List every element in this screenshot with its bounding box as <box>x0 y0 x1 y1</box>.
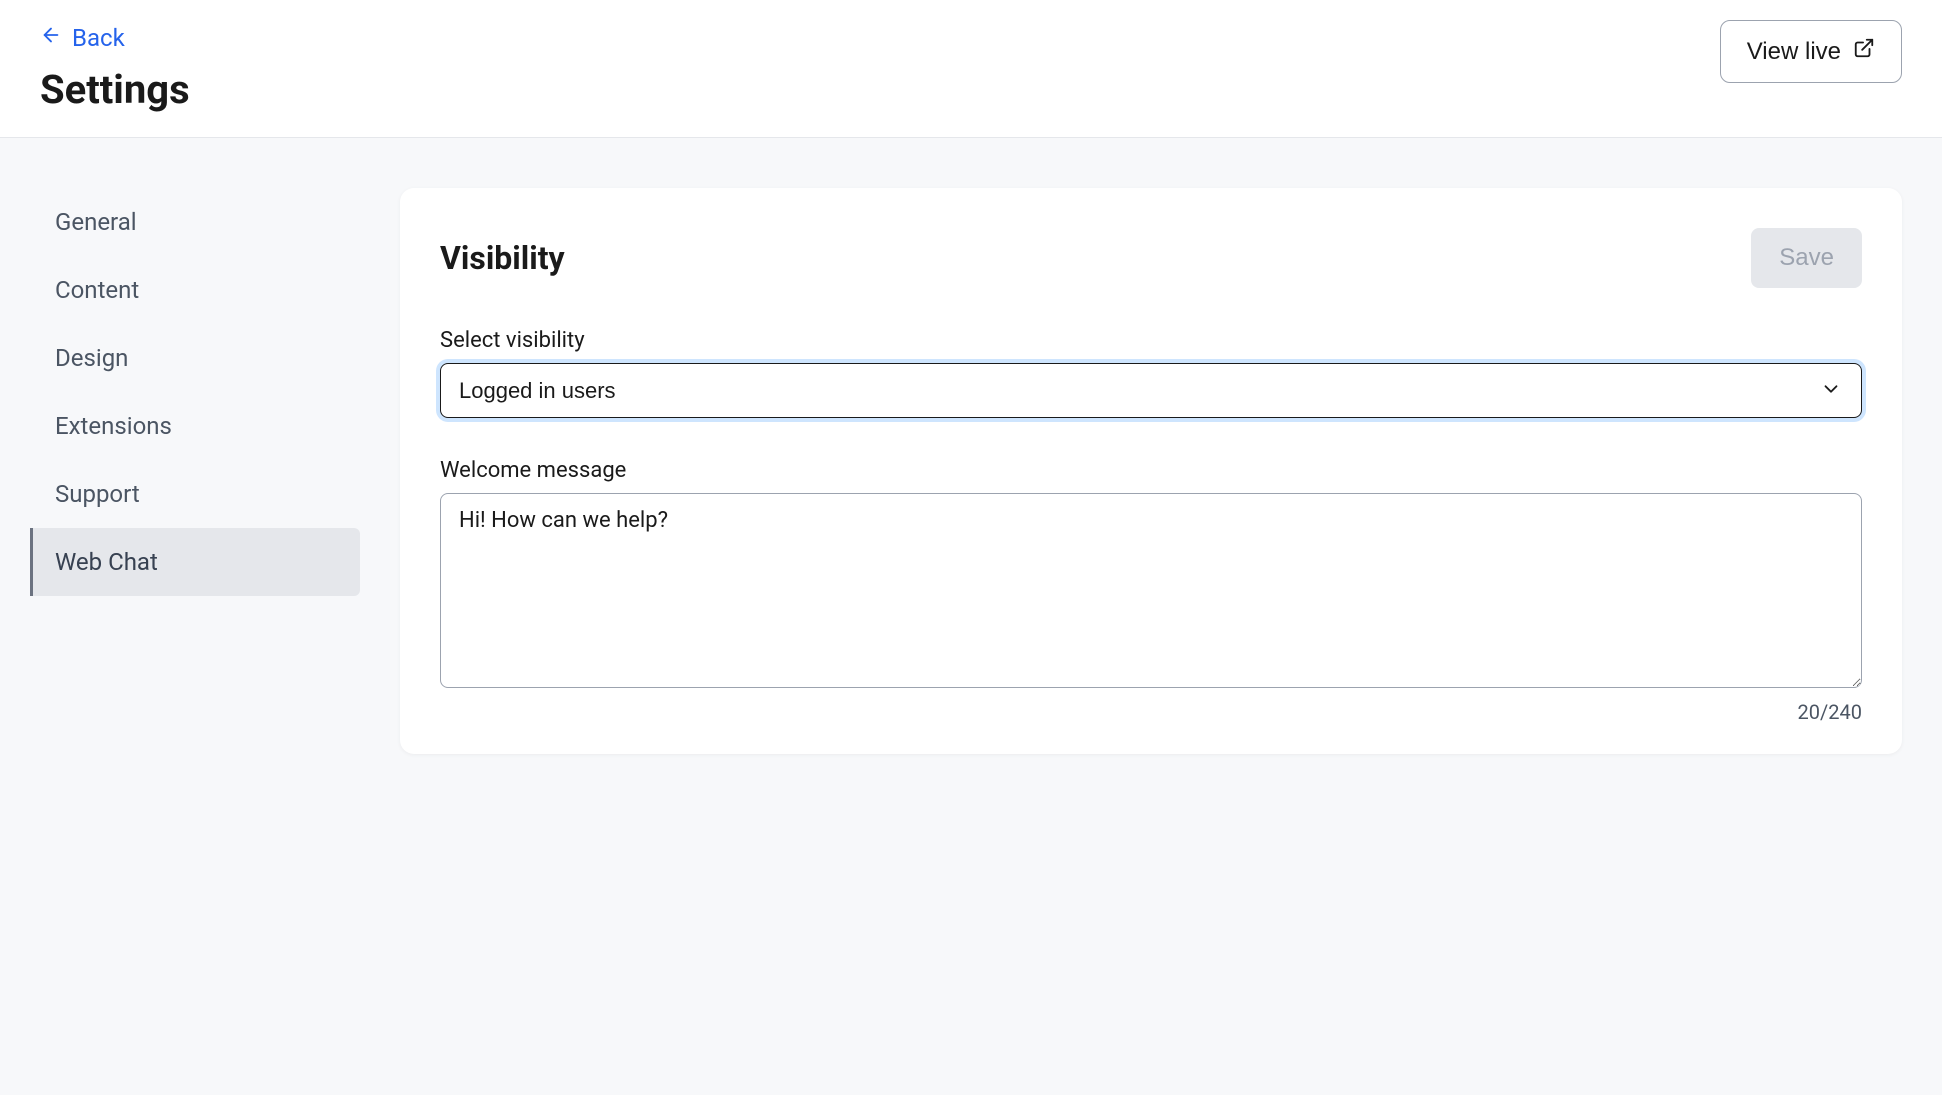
page-body: General Content Design Extensions Suppor… <box>0 138 1942 1095</box>
save-button[interactable]: Save <box>1751 228 1862 288</box>
sidebar-item-general[interactable]: General <box>30 188 360 256</box>
external-link-icon <box>1853 37 1875 66</box>
sidebar-item-label: Design <box>55 344 128 372</box>
back-label: Back <box>72 24 125 52</box>
back-link[interactable]: Back <box>40 24 125 52</box>
welcome-message-textarea[interactable] <box>440 493 1862 688</box>
card-title: Visibility <box>440 239 565 277</box>
welcome-message-label: Welcome message <box>440 458 1862 483</box>
visibility-select-wrapper: Logged in users <box>440 363 1862 418</box>
sidebar-item-label: Web Chat <box>55 548 158 576</box>
welcome-message-field: Welcome message 20/240 <box>440 458 1862 724</box>
page-header: Back Settings View live <box>0 0 1942 138</box>
sidebar-item-label: Support <box>55 480 140 508</box>
visibility-select[interactable]: Logged in users <box>440 363 1862 418</box>
char-count: 20/240 <box>440 700 1862 724</box>
page-title: Settings <box>40 66 190 113</box>
visibility-field: Select visibility Logged in users <box>440 328 1862 418</box>
sidebar-item-label: Extensions <box>55 412 172 440</box>
sidebar-item-label: General <box>55 208 137 236</box>
sidebar-item-design[interactable]: Design <box>30 324 360 392</box>
sidebar-item-label: Content <box>55 276 139 304</box>
settings-sidebar: General Content Design Extensions Suppor… <box>0 188 400 1095</box>
sidebar-item-web-chat[interactable]: Web Chat <box>30 528 360 596</box>
visibility-card: Visibility Save Select visibility Logged… <box>400 188 1902 754</box>
view-live-label: View live <box>1747 38 1841 66</box>
visibility-label: Select visibility <box>440 328 1862 353</box>
arrow-left-icon <box>40 24 62 52</box>
card-header: Visibility Save <box>440 228 1862 288</box>
sidebar-item-extensions[interactable]: Extensions <box>30 392 360 460</box>
sidebar-item-content[interactable]: Content <box>30 256 360 324</box>
sidebar-item-support[interactable]: Support <box>30 460 360 528</box>
view-live-button[interactable]: View live <box>1720 20 1902 83</box>
header-left: Back Settings <box>40 24 190 113</box>
settings-content: Visibility Save Select visibility Logged… <box>400 188 1942 1095</box>
